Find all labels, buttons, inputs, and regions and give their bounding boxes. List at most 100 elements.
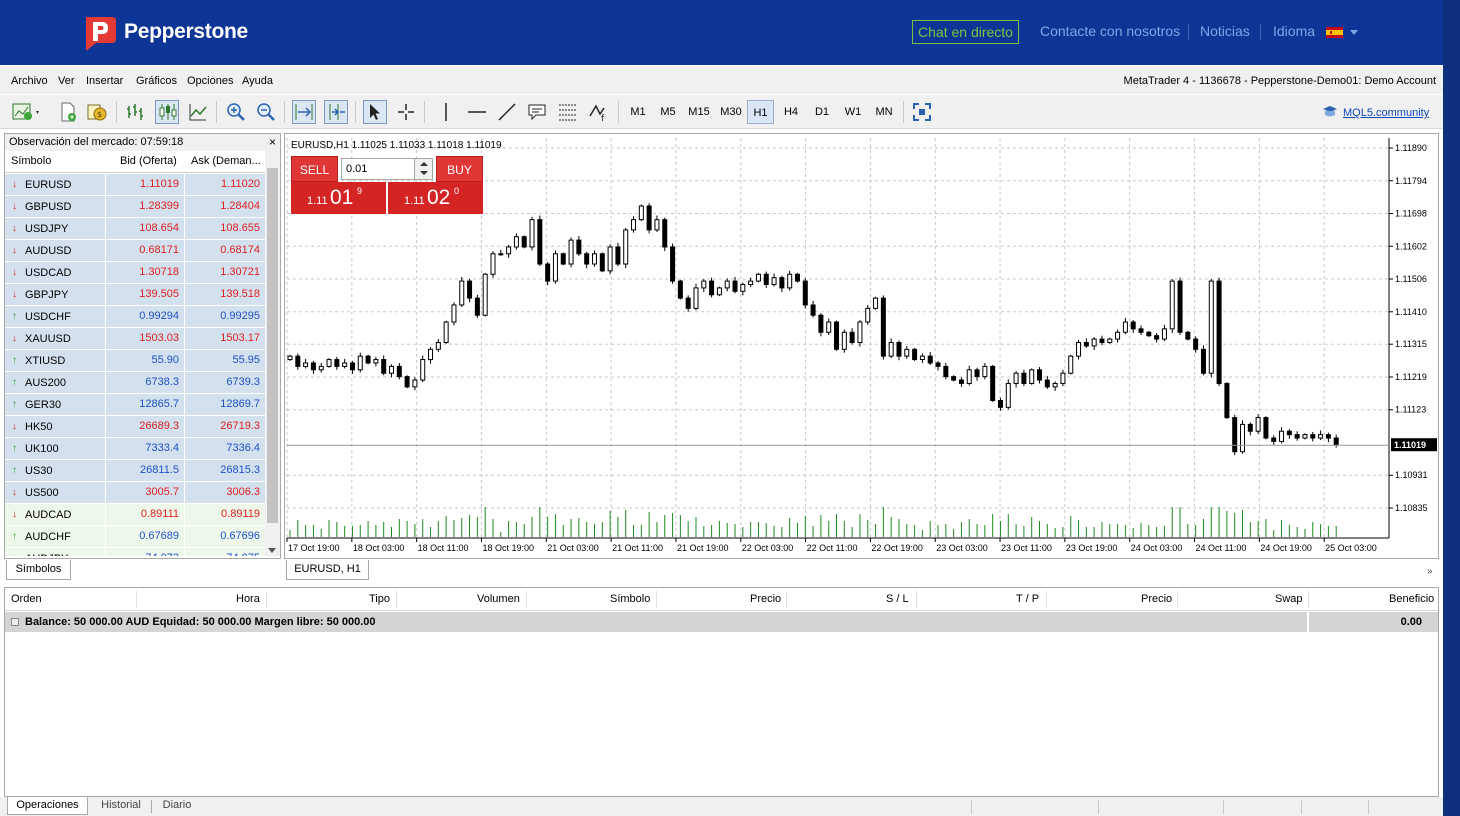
lot-size-input[interactable]: 0.01 — [341, 158, 433, 180]
table-row[interactable]: ↑ XTIUSD 55.90 55.95 — [5, 350, 265, 372]
bid-cell[interactable]: 0.99294 — [106, 306, 184, 327]
column-type[interactable]: Tipo — [369, 593, 390, 605]
symbol-cell[interactable]: ↑ AUS200 — [5, 372, 105, 393]
table-row[interactable]: ↑ UK100 7333.4 7336.4 — [5, 438, 265, 460]
cursor-button[interactable] — [363, 100, 387, 124]
bid-cell[interactable]: 0.89111 — [106, 504, 184, 525]
timeframe-m5[interactable]: M5 — [655, 100, 681, 124]
ask-cell[interactable]: 108.655 — [185, 218, 265, 239]
table-row[interactable]: ↓ AUDUSD 0.68171 0.68174 — [5, 240, 265, 262]
tab-history[interactable]: Historial — [92, 797, 150, 815]
symbol-cell[interactable]: ↓ USDJPY — [5, 218, 105, 239]
symbol-name[interactable]: AUDCHF — [25, 531, 71, 543]
menu-charts[interactable]: Gráficos — [136, 75, 177, 87]
new-order-button[interactable]: $ — [85, 100, 109, 124]
symbol-name[interactable]: HK50 — [25, 421, 53, 433]
column-close-price[interactable]: Precio — [1141, 593, 1172, 605]
menu-insert[interactable]: Insertar — [86, 75, 123, 87]
symbol-name[interactable]: USDCHF — [25, 311, 71, 323]
ask-cell[interactable]: 1503.17 — [185, 328, 265, 349]
mql5-community-link[interactable]: MQL5.community — [1322, 106, 1429, 119]
symbol-name[interactable]: US30 — [25, 465, 53, 477]
symbol-name[interactable]: US500 — [25, 487, 59, 499]
indicators-button[interactable]: f — [587, 100, 611, 124]
column-time[interactable]: Hora — [236, 593, 260, 605]
live-chat-button[interactable]: Chat en directo — [912, 20, 1019, 44]
column-profit[interactable]: Beneficio — [1389, 593, 1434, 605]
brand-name[interactable]: Pepperstone — [124, 20, 248, 44]
table-row[interactable]: ↓ EURUSD 1.11019 1.11020 — [5, 174, 265, 196]
table-row[interactable]: ↓ XAUUSD 1503.03 1503.17 — [5, 328, 265, 350]
ask-cell[interactable]: 6739.3 — [185, 372, 265, 393]
timeframe-mn[interactable]: MN — [870, 100, 898, 124]
timeframe-m1[interactable]: M1 — [625, 100, 651, 124]
symbol-cell[interactable]: ↑ AUDCHF — [5, 526, 105, 547]
symbol-name[interactable]: XTIUSD — [25, 355, 65, 367]
symbol-cell[interactable]: ↑ AUDJPY — [5, 548, 105, 556]
timeframe-m30[interactable]: M30 — [716, 100, 746, 124]
bar-chart-button[interactable] — [123, 100, 147, 124]
column-stop-loss[interactable]: S / L — [886, 593, 909, 605]
table-row[interactable]: ↓ AUDCAD 0.89111 0.89119 — [5, 504, 265, 526]
table-row[interactable]: ↑ AUS200 6738.3 6739.3 — [5, 372, 265, 394]
timeframe-h1[interactable]: H1 — [747, 100, 774, 124]
flag-spain-icon[interactable] — [1326, 27, 1343, 38]
symbol-cell[interactable]: ↑ UK100 — [5, 438, 105, 459]
spin-up-icon[interactable] — [420, 162, 428, 166]
balance-row[interactable]: Balance: 50 000.00 AUD Equidad: 50 000.0… — [5, 612, 1438, 632]
symbol-cell[interactable]: ↑ US30 — [5, 460, 105, 481]
lot-size-value[interactable]: 0.01 — [346, 163, 367, 175]
ask-cell[interactable]: 139.518 — [185, 284, 265, 305]
bid-cell[interactable]: 6738.3 — [106, 372, 184, 393]
timeframe-w1[interactable]: W1 — [840, 100, 866, 124]
chart-shift-button[interactable] — [324, 100, 348, 124]
zoom-in-button[interactable] — [224, 100, 248, 124]
bid-cell[interactable]: 12865.7 — [106, 394, 184, 415]
column-take-profit[interactable]: T / P — [1016, 593, 1039, 605]
symbol-name[interactable]: UK100 — [25, 443, 59, 455]
symbol-cell[interactable]: ↑ XTIUSD — [5, 350, 105, 371]
table-row[interactable]: ↓ US500 3005.7 3006.3 — [5, 482, 265, 504]
symbol-name[interactable]: AUDUSD — [25, 245, 71, 257]
text-label-button[interactable] — [525, 100, 549, 124]
timeframe-m15[interactable]: M15 — [684, 100, 714, 124]
news-link[interactable]: Noticias — [1200, 23, 1250, 39]
profiles-button[interactable] — [56, 100, 80, 124]
ask-cell[interactable]: 0.67696 — [185, 526, 265, 547]
trendline-button[interactable] — [495, 100, 519, 124]
symbol-name[interactable]: GBPUSD — [25, 201, 71, 213]
chart-tabs-scroll-icon[interactable]: » — [1427, 566, 1433, 577]
ask-cell[interactable]: 1.30721 — [185, 262, 265, 283]
ask-cell[interactable]: 1.11020 — [185, 174, 265, 195]
symbol-cell[interactable]: ↓ AUDUSD — [5, 240, 105, 261]
bid-cell[interactable]: 1.28399 — [106, 196, 184, 217]
bid-cell[interactable]: 3005.7 — [106, 482, 184, 503]
market-watch-scrollbar[interactable] — [265, 151, 280, 556]
symbol-cell[interactable]: ↓ GBPJPY — [5, 284, 105, 305]
symbol-cell[interactable]: ↓ GBPUSD — [5, 196, 105, 217]
contact-link[interactable]: Contacte con nosotros — [1040, 23, 1180, 39]
zoom-out-button[interactable] — [254, 100, 278, 124]
column-symbol[interactable]: Símbolo — [11, 155, 51, 167]
table-row[interactable]: ↑ AUDJPY 74.07374.075 — [5, 548, 265, 556]
menu-view[interactable]: Ver — [58, 75, 75, 87]
symbol-name[interactable]: EURUSD — [25, 179, 71, 191]
autoscroll-button[interactable] — [292, 100, 316, 124]
table-row[interactable]: ↑ USDCHF 0.99294 0.99295 — [5, 306, 265, 328]
table-row[interactable]: ↓ USDJPY 108.654 108.655 — [5, 218, 265, 240]
symbol-name[interactable]: AUS200 — [25, 377, 66, 389]
tab-symbols[interactable]: Símbolos — [6, 560, 71, 580]
symbol-name[interactable]: USDJPY — [25, 223, 68, 235]
bid-cell[interactable]: 26689.3 — [106, 416, 184, 437]
table-row[interactable]: ↑ US30 26811.5 26815.3 — [5, 460, 265, 482]
table-row[interactable]: ↑ AUDCHF 0.67689 0.67696 — [5, 526, 265, 548]
ask-cell[interactable]: 55.95 — [185, 350, 265, 371]
symbol-cell[interactable]: ↑ GER30 — [5, 394, 105, 415]
bid-cell[interactable]: 108.654 — [106, 218, 184, 239]
symbol-name[interactable]: USDCAD — [25, 267, 71, 279]
ask-cell[interactable]: 7336.4 — [185, 438, 265, 459]
symbol-cell[interactable]: ↓ USDCAD — [5, 262, 105, 283]
symbol-cell[interactable]: ↓ EURUSD — [5, 174, 105, 195]
symbol-name[interactable]: XAUUSD — [25, 333, 71, 345]
line-chart-button[interactable] — [186, 100, 210, 124]
